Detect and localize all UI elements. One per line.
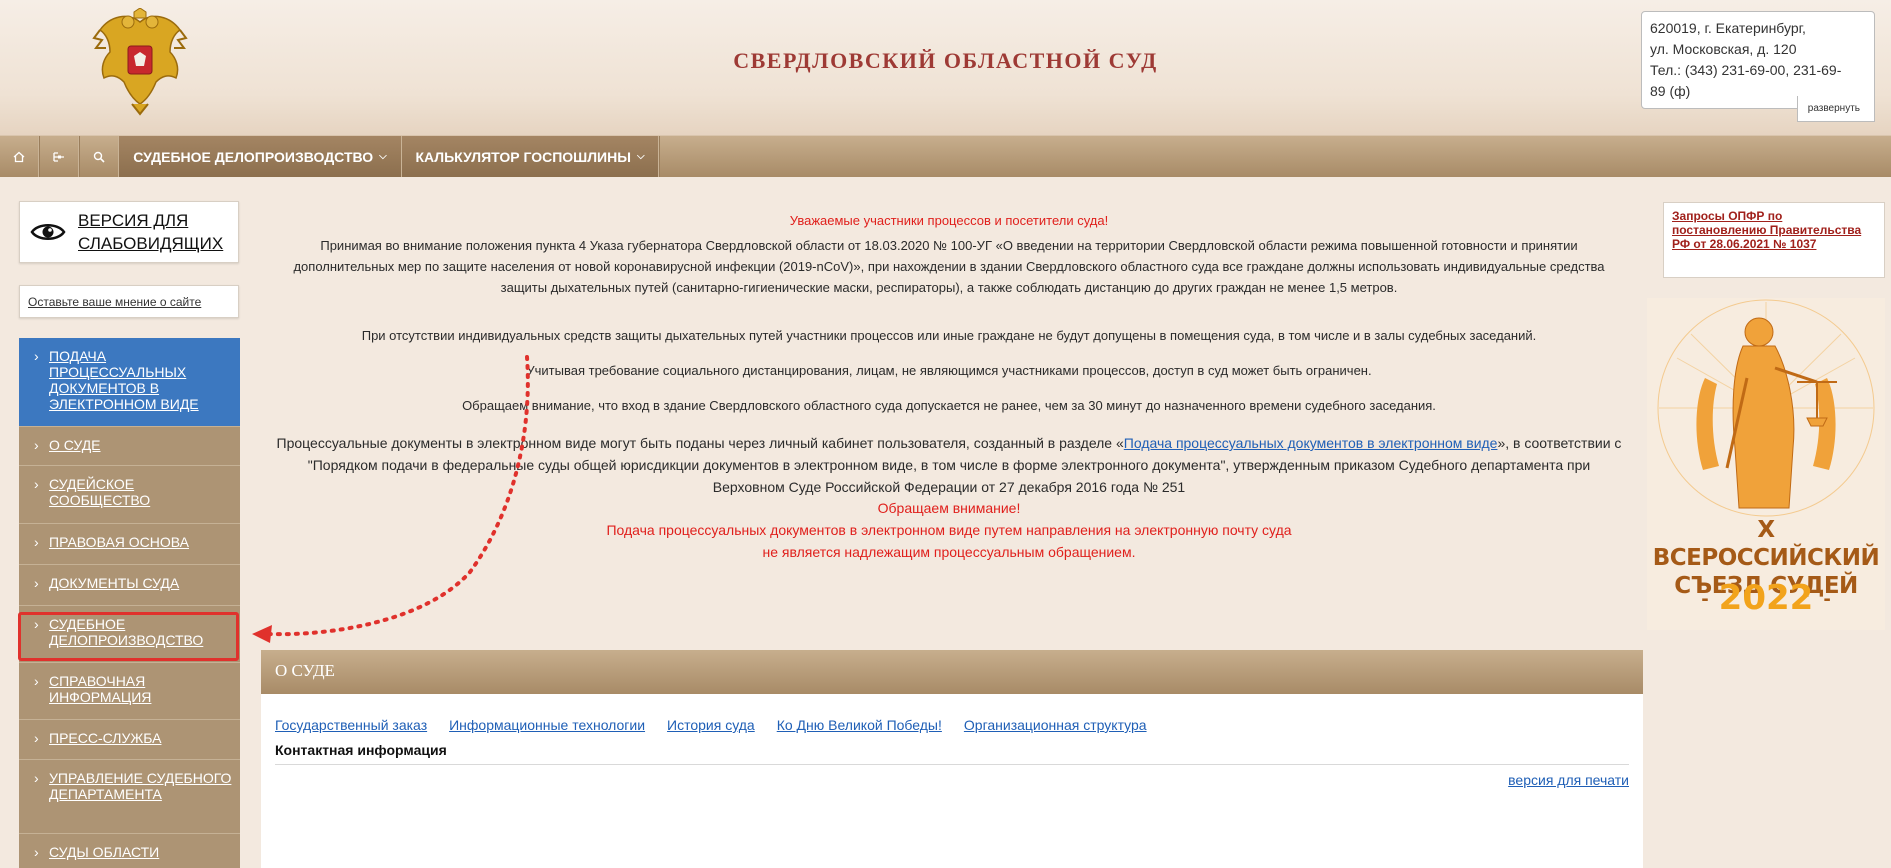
link-it[interactable]: Информационные технологии [449,717,645,733]
side-item-about[interactable]: О СУДЕ [19,427,240,466]
chevron-down-icon: ⌵ [636,151,645,162]
home-icon [13,151,25,162]
nav-label: КАЛЬКУЛЯТОР ГОСПОШЛИНЫ [415,148,631,165]
address-line: 620019, г. Екатеринбург, [1650,20,1806,36]
link-history[interactable]: История суда [667,717,755,733]
link-state-procurement[interactable]: Государственный заказ [275,717,427,733]
notice-greeting: Уважаемые участники процессов и посетите… [789,213,1109,228]
side-item-e-filing[interactable]: ПОДАЧА ПРОЦЕССУАЛЬНЫХ ДОКУМЕНТОВ В ЭЛЕКТ… [19,338,240,427]
main-nav: СУДЕБНОЕ ДЕЛОПРОИЗВОДСТВО ⌵ КАЛЬКУЛЯТОР Г… [0,135,1891,177]
low-vision-label-line: СЛАБОВИДЯЩИХ [78,234,224,253]
congress-title-line: X ВСЕРОССИЙСКИЙ [1652,517,1880,571]
about-panel: О СУДЕ Государственный заказ Информационн… [261,650,1643,868]
sitemap-icon [52,151,64,162]
search-button[interactable] [79,136,119,177]
phone-line: Тел.: (343) 231-69-00, 231-69- [1650,62,1842,78]
chevron-down-icon: ⌵ [379,151,387,162]
feedback-link[interactable]: Оставьте ваше мнение о сайте [19,285,239,318]
congress-year-value: 2022 [1718,578,1814,618]
notice-paragraph: При отсутствии индивидуальных средств за… [361,328,1537,343]
notice-paragraph: Процессуальные документы в электронном в… [264,432,1634,498]
home-button[interactable] [0,136,39,177]
sitemap-button[interactable] [39,136,79,177]
themis-icon [1657,299,1875,517]
side-item-judicial-department[interactable]: УПРАВЛЕНИЕ СУДЕБНОГО ДЕПАРТАМЕНТА [19,760,240,834]
print-version-link[interactable]: версия для печати [1508,772,1629,788]
side-item-legal-basis[interactable]: ПРАВОВАЯ ОСНОВА [19,524,240,565]
notice-attention: Обращаем внимание! [877,500,1021,516]
about-links: Государственный заказ Информационные техн… [275,717,1169,733]
notice-paragraph: Принимая во внимание положения пункта 4 … [293,238,1605,295]
eye-icon [30,224,66,240]
side-item-regional-courts[interactable]: СУДЫ ОБЛАСТИ [19,834,240,868]
nav-label: СУДЕБНОЕ ДЕЛОПРОИЗВОДСТВО [133,148,374,165]
address-box: 620019, г. Екатеринбург, ул. Московская,… [1641,11,1875,122]
decor-dash: - [1823,589,1831,610]
pfr-requests-link[interactable]: Запросы ОПФР по постановлению Правительс… [1663,202,1885,278]
notice-paragraph: Обращаем внимание, что вход в здание Све… [462,398,1436,413]
site-title: СВЕРДЛОВСКИЙ ОБЛАСТНОЙ СУД [733,48,1158,73]
low-vision-version-button[interactable]: ВЕРСИЯ ДЛЯ СЛАБОВИДЯЩИХ [19,201,239,263]
divider [275,764,1629,765]
link-victory-day[interactable]: Ко Дню Великой Победы! [777,717,942,733]
side-item-court-documents[interactable]: ДОКУМЕНТЫ СУДА [19,565,240,606]
notice-warning: Подача процессуальных документов в элект… [606,522,1292,538]
side-item-reference-info[interactable]: СПРАВОЧНАЯ ИНФОРМАЦИЯ [19,663,240,720]
low-vision-label: ВЕРСИЯ ДЛЯ СЛАБОВИДЯЩИХ [78,209,223,255]
judges-congress-banner[interactable]: X ВСЕРОССИЙСКИЙ СЪЕЗД СУДЕЙ -2022- [1647,298,1885,630]
decor-dash: - [1701,589,1709,610]
expand-button[interactable]: развернуть [1796,96,1875,122]
e-filing-link[interactable]: Подача процессуальных документов в элект… [1124,435,1498,451]
nav-fee-calculator[interactable]: КАЛЬКУЛЯТОР ГОСПОШЛИНЫ ⌵ [402,136,659,177]
arrow-head [252,625,272,643]
about-panel-title: О СУДЕ [261,650,1643,694]
annotation-highlight-box [18,612,239,661]
congress-year: -2022- [1647,578,1885,618]
address-line: ул. Московская, д. 120 [1650,41,1797,57]
side-item-judicial-community[interactable]: СУДЕЙСКОЕ СООБЩЕСТВО [19,466,240,524]
notice-paragraph: Учитывая требование социального дистанци… [526,363,1372,378]
link-org-structure[interactable]: Организационная структура [964,717,1147,733]
search-icon [93,151,105,163]
tab-contact-info[interactable]: Контактная информация [275,742,447,758]
covid-notice: Уважаемые участники процессов и посетите… [264,210,1634,563]
nav-judicial-proceedings[interactable]: СУДЕБНОЕ ДЕЛОПРОИЗВОДСТВО ⌵ [119,136,402,177]
notice-warning: не является надлежащим процессуальным об… [762,544,1136,560]
low-vision-label-line: ВЕРСИЯ ДЛЯ [78,211,189,230]
side-item-press-service[interactable]: ПРЕСС-СЛУЖБА [19,720,240,760]
site-header: СВЕРДЛОВСКИЙ ОБЛАСТНОЙ СУД 620019, г. Ек… [0,0,1891,135]
notice-text: Процессуальные документы в электронном в… [276,435,1124,451]
